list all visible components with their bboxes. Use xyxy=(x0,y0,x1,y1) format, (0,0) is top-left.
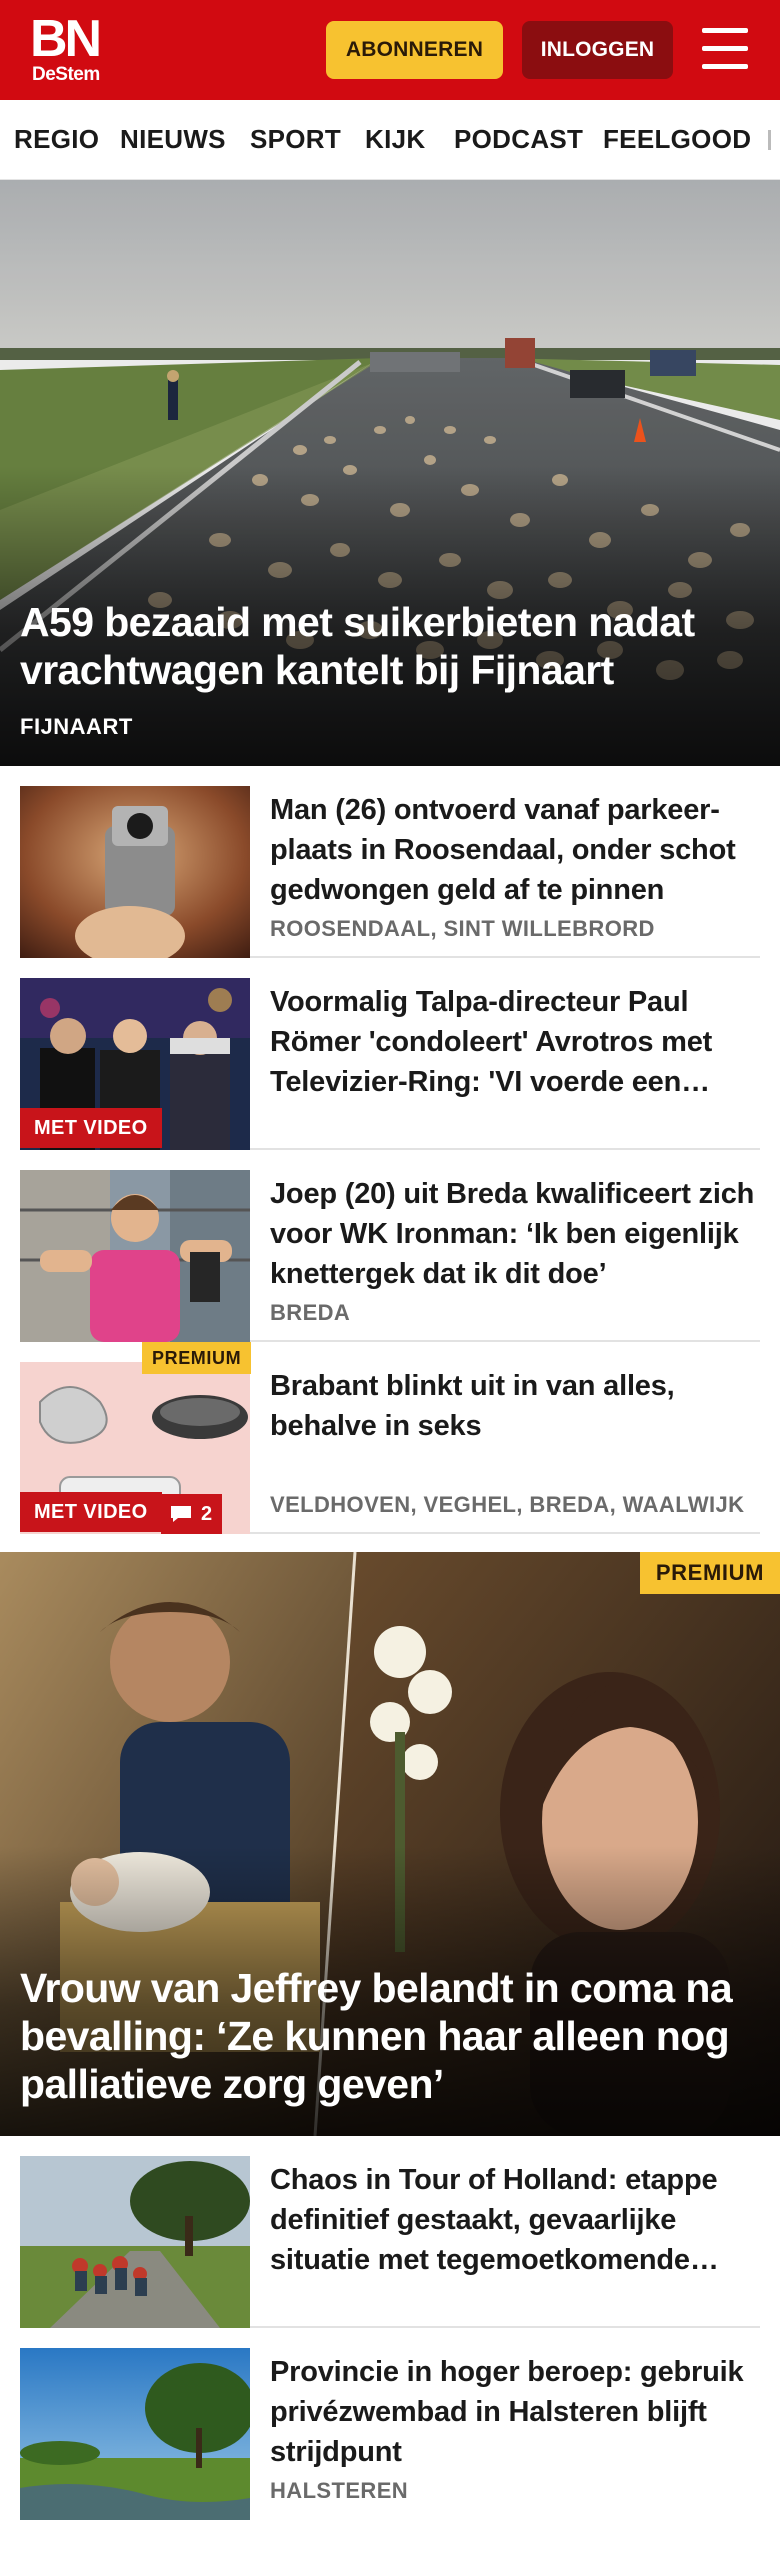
article-thumbnail xyxy=(20,2156,250,2328)
article-location: BREDA xyxy=(270,1300,351,1325)
list-item[interactable]: Chaos in Tour of Holland: etappe definit… xyxy=(20,2136,760,2328)
site-header: BN DeStem ABONNEREN INLOGGEN xyxy=(0,0,780,100)
login-button[interactable]: INLOGGEN xyxy=(522,21,673,79)
bn-destem-logo[interactable]: BN DeStem xyxy=(30,10,120,86)
speech-bubble-icon xyxy=(171,1506,191,1522)
article-title[interactable]: Provincie in hoger beroep: gebruik privé… xyxy=(270,2352,760,2472)
nav-scroll-divider xyxy=(768,130,771,150)
video-badge: MET VIDEO xyxy=(20,1492,162,1532)
nav-item-podcast[interactable]: PODCAST xyxy=(454,100,583,179)
subscribe-button[interactable]: ABONNEREN xyxy=(326,21,503,79)
article-thumbnail xyxy=(20,2348,250,2520)
hero-article[interactable]: A59 bezaaid met suikerbieten nadat vrach… xyxy=(0,180,780,766)
article-location: ROOSENDAAL, SINT WILLEBRORD xyxy=(270,916,655,941)
feature-headline[interactable]: Vrouw van Jeffrey belandt in coma na bev… xyxy=(20,1964,765,2108)
comment-count-badge[interactable]: 2 xyxy=(161,1494,223,1534)
article-title[interactable]: Joep (20) uit Breda kwalificeert zich vo… xyxy=(270,1174,760,1294)
article-title[interactable]: Chaos in Tour of Holland: etappe definit… xyxy=(270,2160,760,2280)
list-item[interactable]: Provincie in hoger beroep: gebruik privé… xyxy=(20,2328,760,2560)
nav-item-regio[interactable]: REGIO xyxy=(14,100,99,179)
list-item[interactable]: Man (26) ontvoerd vanaf parkeer­plaats i… xyxy=(20,766,760,958)
nav-item-sport[interactable]: SPORT xyxy=(250,100,341,179)
list-item[interactable]: Joep (20) uit Breda kwalificeert zich vo… xyxy=(20,1150,760,1342)
premium-badge: PREMIUM xyxy=(142,1342,252,1374)
article-location: HALSTEREN xyxy=(270,2478,409,2503)
logo-subtitle: DeStem xyxy=(32,64,100,85)
nav-item-nieuws[interactable]: NIEUWS xyxy=(120,100,226,179)
comment-count: 2 xyxy=(201,1503,213,1525)
article-thumbnail xyxy=(20,786,250,958)
nav-item-feelgood[interactable]: FEELGOOD xyxy=(603,100,751,179)
logo-mark: BN xyxy=(30,10,102,68)
hero-headline[interactable]: A59 bezaaid met suikerbieten nadat vrach… xyxy=(20,598,760,694)
feature-article[interactable]: PREMIUM Vrouw van Jeffrey belandt in com… xyxy=(0,1552,780,2136)
hero-location: FIJNAART xyxy=(20,714,133,739)
nav-item-kijk[interactable]: KIJK xyxy=(365,100,425,179)
list-item[interactable]: PREMIUM MET VIDEO 2 Brabant blinkt uit i… xyxy=(20,1342,760,1534)
category-nav: REGIO NIEUWS SPORT KIJK PODCAST FEELGOOD xyxy=(0,100,780,180)
article-thumbnail xyxy=(20,1170,250,1342)
premium-badge: PREMIUM xyxy=(639,1552,780,1594)
article-title[interactable]: Voormalig Talpa-directeur Paul Römer 'co… xyxy=(270,982,760,1102)
article-title[interactable]: Brabant blinkt uit in van alles, behalve… xyxy=(270,1366,760,1446)
hamburger-menu-icon[interactable] xyxy=(700,26,750,72)
video-badge: MET VIDEO xyxy=(20,1108,162,1148)
list-item[interactable]: MET VIDEO Voormalig Talpa-directeur Paul… xyxy=(20,958,760,1150)
article-location: VELDHOVEN, VEGHEL, BREDA, WAALWIJK xyxy=(270,1492,745,1517)
article-title[interactable]: Man (26) ontvoerd vanaf parkeer­plaats i… xyxy=(270,790,760,910)
